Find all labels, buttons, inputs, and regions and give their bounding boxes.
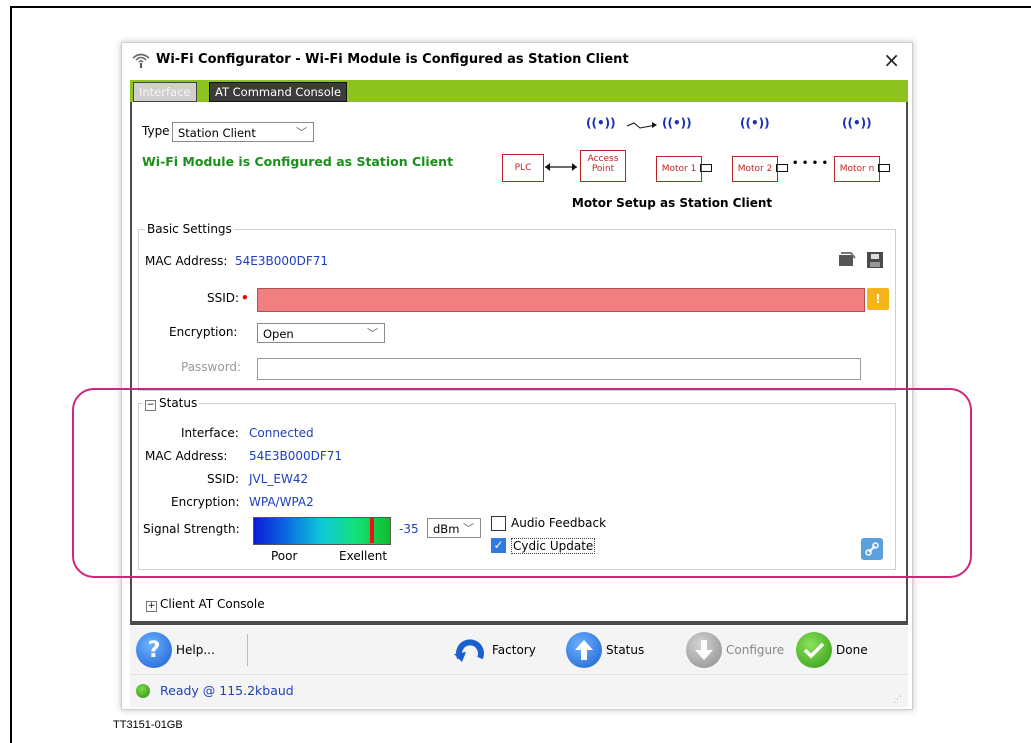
status-label: Status bbox=[606, 643, 645, 657]
status-button[interactable]: Status bbox=[566, 631, 644, 669]
motor1-box: Motor 1 bbox=[656, 156, 702, 182]
resize-grip-icon[interactable]: ⋰ bbox=[893, 695, 902, 705]
load-settings-icon[interactable] bbox=[837, 250, 857, 270]
action-toolbar: ? Help... Factory Status Configure Done bbox=[130, 626, 908, 674]
done-label: Done bbox=[836, 643, 868, 657]
connection-led-icon bbox=[136, 684, 150, 698]
help-label: Help... bbox=[176, 643, 215, 657]
panel-bottom-border bbox=[130, 621, 908, 625]
client-at-console-toggle[interactable]: + Client AT Console bbox=[146, 597, 265, 612]
password-input[interactable] bbox=[257, 358, 861, 380]
motor2-box: Motor 2 bbox=[732, 156, 778, 182]
ssid-label: SSID: bbox=[207, 291, 240, 305]
configure-button[interactable]: Configure bbox=[686, 631, 784, 669]
required-marker: • bbox=[241, 291, 249, 305]
motorn-antenna-icon: ((•)) bbox=[842, 116, 872, 130]
basic-settings-legend: Basic Settings bbox=[145, 222, 234, 236]
warning-glyph: ! bbox=[875, 292, 881, 306]
close-button[interactable]: × bbox=[883, 48, 900, 72]
motor1-antenna-icon: ((•)) bbox=[662, 116, 692, 130]
access-point-box: Access Point bbox=[580, 150, 626, 182]
plc-box: PLC bbox=[502, 154, 544, 182]
bidirectional-arrow-icon bbox=[545, 163, 577, 171]
encryption-label: Encryption: bbox=[169, 325, 238, 339]
password-label: Password: bbox=[181, 360, 242, 374]
status-bar-text: Ready @ 115.2kbaud bbox=[160, 683, 294, 698]
motor2-connector bbox=[776, 164, 788, 172]
window-title: Wi-Fi Configurator - Wi-Fi Module is Con… bbox=[156, 52, 629, 67]
motor1-connector bbox=[700, 164, 712, 172]
figure-frame-left bbox=[10, 6, 12, 743]
motor-setup-diagram: ((•)) ((•)) ((•)) ((•)) PLC Access Point… bbox=[502, 114, 902, 224]
arrow-up-icon bbox=[566, 632, 602, 668]
ellipsis-dots: • • • • bbox=[792, 158, 829, 169]
status-highlight-outline bbox=[72, 388, 972, 578]
figure-frame-top bbox=[10, 6, 1031, 8]
toolbar-separator bbox=[247, 634, 248, 666]
encryption-select[interactable]: Open ﹀ bbox=[257, 323, 385, 343]
configure-label: Configure bbox=[726, 643, 785, 657]
help-icon: ? bbox=[136, 632, 172, 668]
motor2-antenna-icon: ((•)) bbox=[740, 116, 770, 130]
factory-label: Factory bbox=[492, 643, 536, 657]
wifi-app-icon bbox=[132, 53, 150, 68]
factory-reset-icon bbox=[452, 632, 488, 668]
chevron-down-icon: ﹀ bbox=[296, 126, 307, 139]
ssid-input[interactable] bbox=[257, 288, 865, 312]
save-settings-icon[interactable] bbox=[865, 250, 885, 270]
help-button[interactable]: ? Help... bbox=[136, 631, 215, 669]
arrow-down-icon bbox=[686, 632, 722, 668]
configured-message: Wi-Fi Module is Configured as Station Cl… bbox=[142, 154, 454, 169]
chevron-down-icon: ﹀ bbox=[367, 327, 378, 340]
basic-settings-group: Basic Settings MAC Address: 54E3B000DF71… bbox=[138, 222, 896, 391]
figure-id: TT3151-01GB bbox=[113, 719, 183, 731]
motorn-connector bbox=[878, 164, 890, 172]
tab-bar: Interface AT Command Console bbox=[130, 80, 908, 102]
signal-arrow-icon bbox=[626, 122, 657, 129]
motorn-box: Motor n bbox=[834, 156, 880, 182]
encryption-select-value: Open bbox=[263, 327, 294, 341]
tab-interface[interactable]: Interface bbox=[133, 82, 197, 102]
mac-address-value: 54E3B000DF71 bbox=[235, 254, 329, 268]
tab-at-command-console[interactable]: AT Command Console bbox=[209, 82, 348, 102]
status-bar: Ready @ 115.2kbaud ⋰ bbox=[130, 674, 908, 707]
factory-button[interactable]: Factory bbox=[452, 631, 536, 669]
diagram-caption: Motor Setup as Station Client bbox=[571, 196, 773, 210]
expand-icon[interactable]: + bbox=[146, 601, 157, 612]
warning-icon[interactable]: ! bbox=[867, 288, 889, 310]
type-select-value: Station Client bbox=[178, 126, 256, 140]
titlebar: Wi-Fi Configurator - Wi-Fi Module is Con… bbox=[122, 43, 912, 77]
mac-address-label: MAC Address: bbox=[145, 254, 228, 268]
type-label: Type bbox=[142, 124, 170, 138]
wifi-configurator-window: Wi-Fi Configurator - Wi-Fi Module is Con… bbox=[121, 42, 913, 710]
client-at-console-label: Client AT Console bbox=[160, 597, 265, 611]
type-select[interactable]: Station Client ﹀ bbox=[172, 122, 314, 142]
done-button[interactable]: Done bbox=[796, 631, 868, 669]
access-point-antenna-icon: ((•)) bbox=[586, 116, 616, 130]
checkmark-icon bbox=[796, 632, 832, 668]
